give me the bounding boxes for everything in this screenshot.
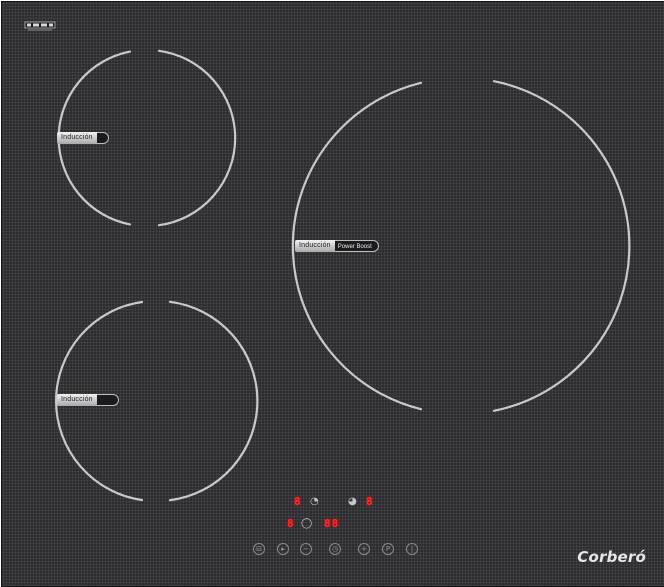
zone-display-rear-left: 8 (294, 495, 302, 508)
induction-hob: Inducción Inducción Inducción Power Boos… (1, 1, 664, 587)
pause-icon[interactable]: P (382, 543, 394, 555)
zone-label-text: Inducción (295, 240, 335, 252)
onoff-icon[interactable]: | (406, 543, 418, 555)
power-boost-label: Power Boost (334, 240, 379, 252)
zone-label-bottom-left: Inducción (57, 393, 119, 407)
zone-label-top-left: Inducción (57, 131, 109, 145)
zone-label-text: Inducción (57, 394, 97, 406)
lock-icon[interactable]: ⊟ (253, 543, 265, 555)
zone-display-front: 8 (287, 517, 295, 530)
rear-right-zone-icon[interactable]: ◕ (348, 496, 357, 508)
front-zone-icon[interactable]: ◯ (301, 518, 312, 530)
timer-icon[interactable]: ◷ (329, 543, 341, 555)
zone-label-right-large: Inducción Power Boost (295, 239, 379, 253)
cooking-zones (55, 49, 631, 502)
rear-left-zone-icon[interactable]: ◔ (310, 496, 319, 508)
plus-icon[interactable]: + (358, 543, 370, 555)
zone-ring-top-left-right (157, 49, 237, 227)
brand-logo: Corberó (577, 548, 646, 566)
zone-label-tail (96, 394, 119, 406)
minus-icon[interactable]: − (300, 543, 312, 555)
timer-display: 88 (324, 517, 340, 530)
zone-label-text: Inducción (57, 132, 97, 144)
zone-ring-right-large-right (492, 80, 631, 412)
zone-display-rear-right: 8 (366, 495, 374, 508)
zone-ring-bottom-left-right (168, 300, 259, 502)
zone-label-tail (96, 132, 109, 144)
power-icon[interactable]: ▸ (277, 543, 289, 555)
